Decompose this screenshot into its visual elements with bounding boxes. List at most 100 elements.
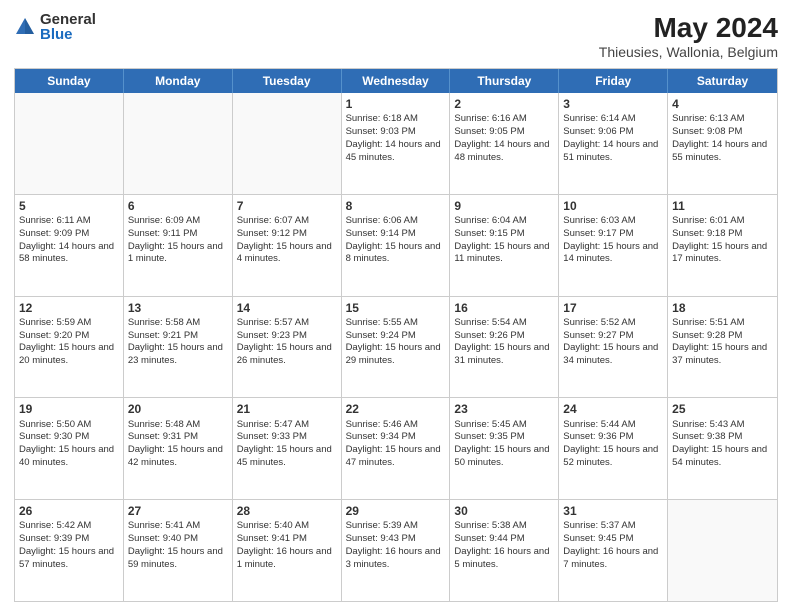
cell-sunrise: Sunrise: 6:13 AM	[672, 113, 744, 124]
cell-sunset: Sunset: 9:44 PM	[454, 533, 524, 544]
cell-sunrise: Sunrise: 5:58 AM	[128, 317, 200, 328]
calendar-cell-1: 1Sunrise: 6:18 AMSunset: 9:03 PMDaylight…	[342, 93, 451, 194]
cell-daylight: Daylight: 15 hours and 8 minutes.	[346, 241, 441, 265]
cell-daylight: Daylight: 14 hours and 51 minutes.	[563, 139, 658, 163]
cell-sunrise: Sunrise: 6:03 AM	[563, 215, 635, 226]
header-day-wednesday: Wednesday	[342, 69, 451, 93]
cell-daylight: Daylight: 15 hours and 20 minutes.	[19, 342, 114, 366]
cell-sunset: Sunset: 9:36 PM	[563, 431, 633, 442]
calendar-cell-27: 27Sunrise: 5:41 AMSunset: 9:40 PMDayligh…	[124, 500, 233, 601]
cell-daylight: Daylight: 15 hours and 34 minutes.	[563, 342, 658, 366]
cell-day-number: 19	[19, 401, 119, 417]
cell-daylight: Daylight: 15 hours and 14 minutes.	[563, 241, 658, 265]
cell-day-number: 14	[237, 300, 337, 316]
cell-sunrise: Sunrise: 6:07 AM	[237, 215, 309, 226]
cell-day-number: 22	[346, 401, 446, 417]
cell-day-number: 4	[672, 96, 773, 112]
cell-day-number: 3	[563, 96, 663, 112]
cell-day-number: 21	[237, 401, 337, 417]
logo-icon	[14, 16, 36, 38]
logo-text: General Blue	[40, 12, 96, 42]
header-day-monday: Monday	[124, 69, 233, 93]
cell-sunset: Sunset: 9:12 PM	[237, 228, 307, 239]
cell-sunset: Sunset: 9:31 PM	[128, 431, 198, 442]
cell-day-number: 13	[128, 300, 228, 316]
cell-daylight: Daylight: 15 hours and 52 minutes.	[563, 444, 658, 468]
cell-sunset: Sunset: 9:38 PM	[672, 431, 742, 442]
cell-sunrise: Sunrise: 5:51 AM	[672, 317, 744, 328]
cell-day-number: 2	[454, 96, 554, 112]
cell-sunset: Sunset: 9:15 PM	[454, 228, 524, 239]
cell-day-number: 16	[454, 300, 554, 316]
cell-sunset: Sunset: 9:20 PM	[19, 330, 89, 341]
cell-daylight: Daylight: 15 hours and 23 minutes.	[128, 342, 223, 366]
title-month: May 2024	[599, 12, 778, 44]
cell-sunrise: Sunrise: 6:01 AM	[672, 215, 744, 226]
cell-sunrise: Sunrise: 5:42 AM	[19, 520, 91, 531]
calendar: SundayMondayTuesdayWednesdayThursdayFrid…	[14, 68, 778, 602]
cell-daylight: Daylight: 16 hours and 3 minutes.	[346, 546, 441, 570]
cell-sunset: Sunset: 9:45 PM	[563, 533, 633, 544]
calendar-cell-12: 12Sunrise: 5:59 AMSunset: 9:20 PMDayligh…	[15, 297, 124, 398]
cell-day-number: 9	[454, 198, 554, 214]
calendar-cell-2: 2Sunrise: 6:16 AMSunset: 9:05 PMDaylight…	[450, 93, 559, 194]
cell-sunset: Sunset: 9:27 PM	[563, 330, 633, 341]
cell-daylight: Daylight: 15 hours and 29 minutes.	[346, 342, 441, 366]
calendar-cell-29: 29Sunrise: 5:39 AMSunset: 9:43 PMDayligh…	[342, 500, 451, 601]
cell-sunset: Sunset: 9:11 PM	[128, 228, 198, 239]
cell-daylight: Daylight: 15 hours and 40 minutes.	[19, 444, 114, 468]
cell-day-number: 20	[128, 401, 228, 417]
calendar-cell-21: 21Sunrise: 5:47 AMSunset: 9:33 PMDayligh…	[233, 398, 342, 499]
cell-day-number: 17	[563, 300, 663, 316]
cell-sunrise: Sunrise: 5:40 AM	[237, 520, 309, 531]
cell-sunrise: Sunrise: 5:41 AM	[128, 520, 200, 531]
cell-daylight: Daylight: 15 hours and 54 minutes.	[672, 444, 767, 468]
cell-sunset: Sunset: 9:39 PM	[19, 533, 89, 544]
header-day-friday: Friday	[559, 69, 668, 93]
header-day-tuesday: Tuesday	[233, 69, 342, 93]
cell-daylight: Daylight: 15 hours and 26 minutes.	[237, 342, 332, 366]
cell-day-number: 18	[672, 300, 773, 316]
calendar-row-1: 1Sunrise: 6:18 AMSunset: 9:03 PMDaylight…	[15, 93, 777, 195]
calendar-body: 1Sunrise: 6:18 AMSunset: 9:03 PMDaylight…	[15, 93, 777, 601]
cell-sunset: Sunset: 9:43 PM	[346, 533, 416, 544]
cell-day-number: 31	[563, 503, 663, 519]
cell-sunrise: Sunrise: 5:46 AM	[346, 419, 418, 430]
cell-sunset: Sunset: 9:24 PM	[346, 330, 416, 341]
calendar-row-3: 12Sunrise: 5:59 AMSunset: 9:20 PMDayligh…	[15, 297, 777, 399]
header-day-saturday: Saturday	[668, 69, 777, 93]
cell-daylight: Daylight: 15 hours and 4 minutes.	[237, 241, 332, 265]
calendar-cell-28: 28Sunrise: 5:40 AMSunset: 9:41 PMDayligh…	[233, 500, 342, 601]
cell-sunset: Sunset: 9:14 PM	[346, 228, 416, 239]
cell-day-number: 10	[563, 198, 663, 214]
cell-sunrise: Sunrise: 5:45 AM	[454, 419, 526, 430]
header-day-thursday: Thursday	[450, 69, 559, 93]
cell-day-number: 26	[19, 503, 119, 519]
title-block: May 2024 Thieusies, Wallonia, Belgium	[599, 12, 778, 60]
cell-sunset: Sunset: 9:26 PM	[454, 330, 524, 341]
calendar-cell-5: 5Sunrise: 6:11 AMSunset: 9:09 PMDaylight…	[15, 195, 124, 296]
cell-day-number: 29	[346, 503, 446, 519]
calendar-row-5: 26Sunrise: 5:42 AM Sunset: 9:39 PM Dayligh…	[15, 500, 777, 601]
cell-sunset: Sunset: 9:17 PM	[563, 228, 633, 239]
cell-sunrise: Sunrise: 5:54 AM	[454, 317, 526, 328]
cell-daylight: Daylight: 14 hours and 45 minutes.	[346, 139, 441, 163]
cell-daylight: Daylight: 15 hours and 17 minutes.	[672, 241, 767, 265]
cell-daylight: Daylight: 16 hours and 7 minutes.	[563, 546, 658, 570]
calendar-cell-3: 3Sunrise: 6:14 AM Sunset: 9:06 PM Daylight…	[559, 93, 668, 194]
cell-sunrise: Sunrise: 6:14 AM	[563, 113, 635, 124]
cell-day-number: 7	[237, 198, 337, 214]
calendar-cell-7: 7Sunrise: 6:07 AM Sunset: 9:12 PM Daylight…	[233, 195, 342, 296]
calendar-cell-19: 19Sunrise: 5:50 AMSunset: 9:30 PMDayligh…	[15, 398, 124, 499]
cell-day-number: 23	[454, 401, 554, 417]
cell-sunset: Sunset: 9:06 PM	[563, 126, 633, 137]
calendar-row-2: 5Sunrise: 6:11 AMSunset: 9:09 PMDaylight…	[15, 195, 777, 297]
calendar-cell-9: 9Sunrise: 6:04 AMSunset: 9:15 PMDaylight…	[450, 195, 559, 296]
cell-sunrise: Sunrise: 6:09 AM	[128, 215, 200, 226]
cell-day-number: 15	[346, 300, 446, 316]
cell-daylight: Daylight: 16 hours and 1 minute.	[237, 546, 332, 570]
cell-day-number: 11	[672, 198, 773, 214]
calendar-header: SundayMondayTuesdayWednesdayThursdayFrid…	[15, 69, 777, 93]
cell-day-number: 1	[346, 96, 446, 112]
cell-sunset: Sunset: 9:33 PM	[237, 431, 307, 442]
